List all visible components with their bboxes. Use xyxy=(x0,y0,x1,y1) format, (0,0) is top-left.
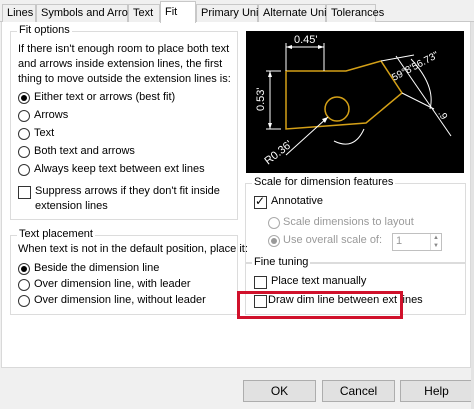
dimension-preview: 0.45' 0.53' 59°8'56.73" .9 R0.36' xyxy=(246,31,464,173)
fine-tuning-title: Fine tuning xyxy=(252,256,311,268)
spin-down-icon[interactable]: ▼ xyxy=(431,242,441,250)
preview-leader-arc xyxy=(333,128,365,145)
preview-hole xyxy=(324,96,350,122)
radio-beside-dimension-line[interactable] xyxy=(18,263,30,275)
radio-use-overall-scale[interactable] xyxy=(268,235,280,247)
radio-label-over-without-leader: Over dimension line, without leader xyxy=(34,294,206,306)
scale-to-layout-label: Scale dimensions to layout xyxy=(283,216,414,228)
annotative-checkbox[interactable] xyxy=(254,194,267,209)
tab-fit[interactable]: Fit xyxy=(160,1,196,23)
use-overall-scale-label: Use overall scale of: xyxy=(283,234,383,246)
ok-button[interactable]: OK xyxy=(243,380,316,402)
radio-either-text-or-arrows[interactable] xyxy=(18,92,30,104)
fit-options-description: If there isn't enough room to place both… xyxy=(18,43,231,85)
annotative-label: Annotative xyxy=(271,195,323,207)
tab-tolerances[interactable]: Tolerances xyxy=(326,4,384,22)
spin-up-icon[interactable]: ▲ xyxy=(431,234,441,242)
preview-drawing: 0.45' 0.53' 59°8'56.73" .9 R0.36' xyxy=(255,34,452,168)
suppress-arrows-label: Suppress arrows if they don't fit inside… xyxy=(35,185,220,212)
radio-label-beside: Beside the dimension line xyxy=(34,262,160,274)
overall-scale-spinner[interactable]: ▲ ▼ xyxy=(430,234,441,250)
tab-lines[interactable]: Lines xyxy=(2,4,36,22)
radio-both-text-and-arrows[interactable] xyxy=(18,146,30,158)
place-text-manually-label: Place text manually xyxy=(271,275,367,287)
tab-primary-units[interactable]: Primary Units xyxy=(196,4,267,22)
radio-over-without-leader[interactable] xyxy=(18,295,30,307)
radio-scale-to-layout[interactable] xyxy=(268,217,280,229)
overall-scale-value: 1 xyxy=(396,235,403,247)
preview-arrow xyxy=(286,45,292,49)
radio-label-both: Both text and arrows xyxy=(34,145,135,157)
suppress-arrows-checkbox[interactable] xyxy=(18,186,31,199)
place-text-manually-checkbox[interactable] xyxy=(254,276,267,289)
scale-title: Scale for dimension features xyxy=(252,176,396,188)
preview-label-angle: 59°8'56.73" xyxy=(390,50,441,84)
tab-symbols-and-arrows[interactable]: Symbols and Arrows xyxy=(36,4,141,22)
text-placement-title: Text placement xyxy=(17,228,95,240)
preview-label-left: 0.53' xyxy=(255,87,267,111)
radio-label-arrows: Arrows xyxy=(34,109,69,121)
radio-label-text: Text xyxy=(34,127,55,139)
radio-label-always-keep: Always keep text between ext lines xyxy=(34,163,205,175)
tab-text[interactable]: Text xyxy=(128,4,160,22)
tab-bar: Lines Symbols and Arrows Text Fit Primar… xyxy=(0,0,474,23)
cancel-button[interactable]: Cancel xyxy=(322,380,395,402)
text-placement-description: When text is not in the default position… xyxy=(18,243,248,255)
radio-over-with-leader[interactable] xyxy=(18,279,30,291)
preview-arrow xyxy=(268,123,272,129)
fit-options-title: Fit options xyxy=(17,24,72,36)
radio-always-keep-text[interactable] xyxy=(18,164,30,176)
help-button[interactable]: Help xyxy=(400,380,473,402)
preview-label-radius: R0.36' xyxy=(262,139,294,168)
preview-arrow xyxy=(268,71,272,77)
radio-arrows[interactable] xyxy=(18,110,30,122)
preview-arrow xyxy=(318,45,324,49)
highlight-box xyxy=(237,291,403,319)
radio-text[interactable] xyxy=(18,128,30,140)
radio-label-over-with-leader: Over dimension line, with leader xyxy=(34,278,191,290)
preview-label-top: 0.45' xyxy=(294,34,318,46)
tab-alternate-units[interactable]: Alternate Units xyxy=(258,4,335,22)
radio-label-either: Either text or arrows (best fit) xyxy=(34,91,176,103)
preview-ext-line-angle xyxy=(401,92,435,110)
overall-scale-input[interactable]: 1 ▲ ▼ xyxy=(392,233,442,251)
preview-label-right: .9 xyxy=(435,109,449,122)
